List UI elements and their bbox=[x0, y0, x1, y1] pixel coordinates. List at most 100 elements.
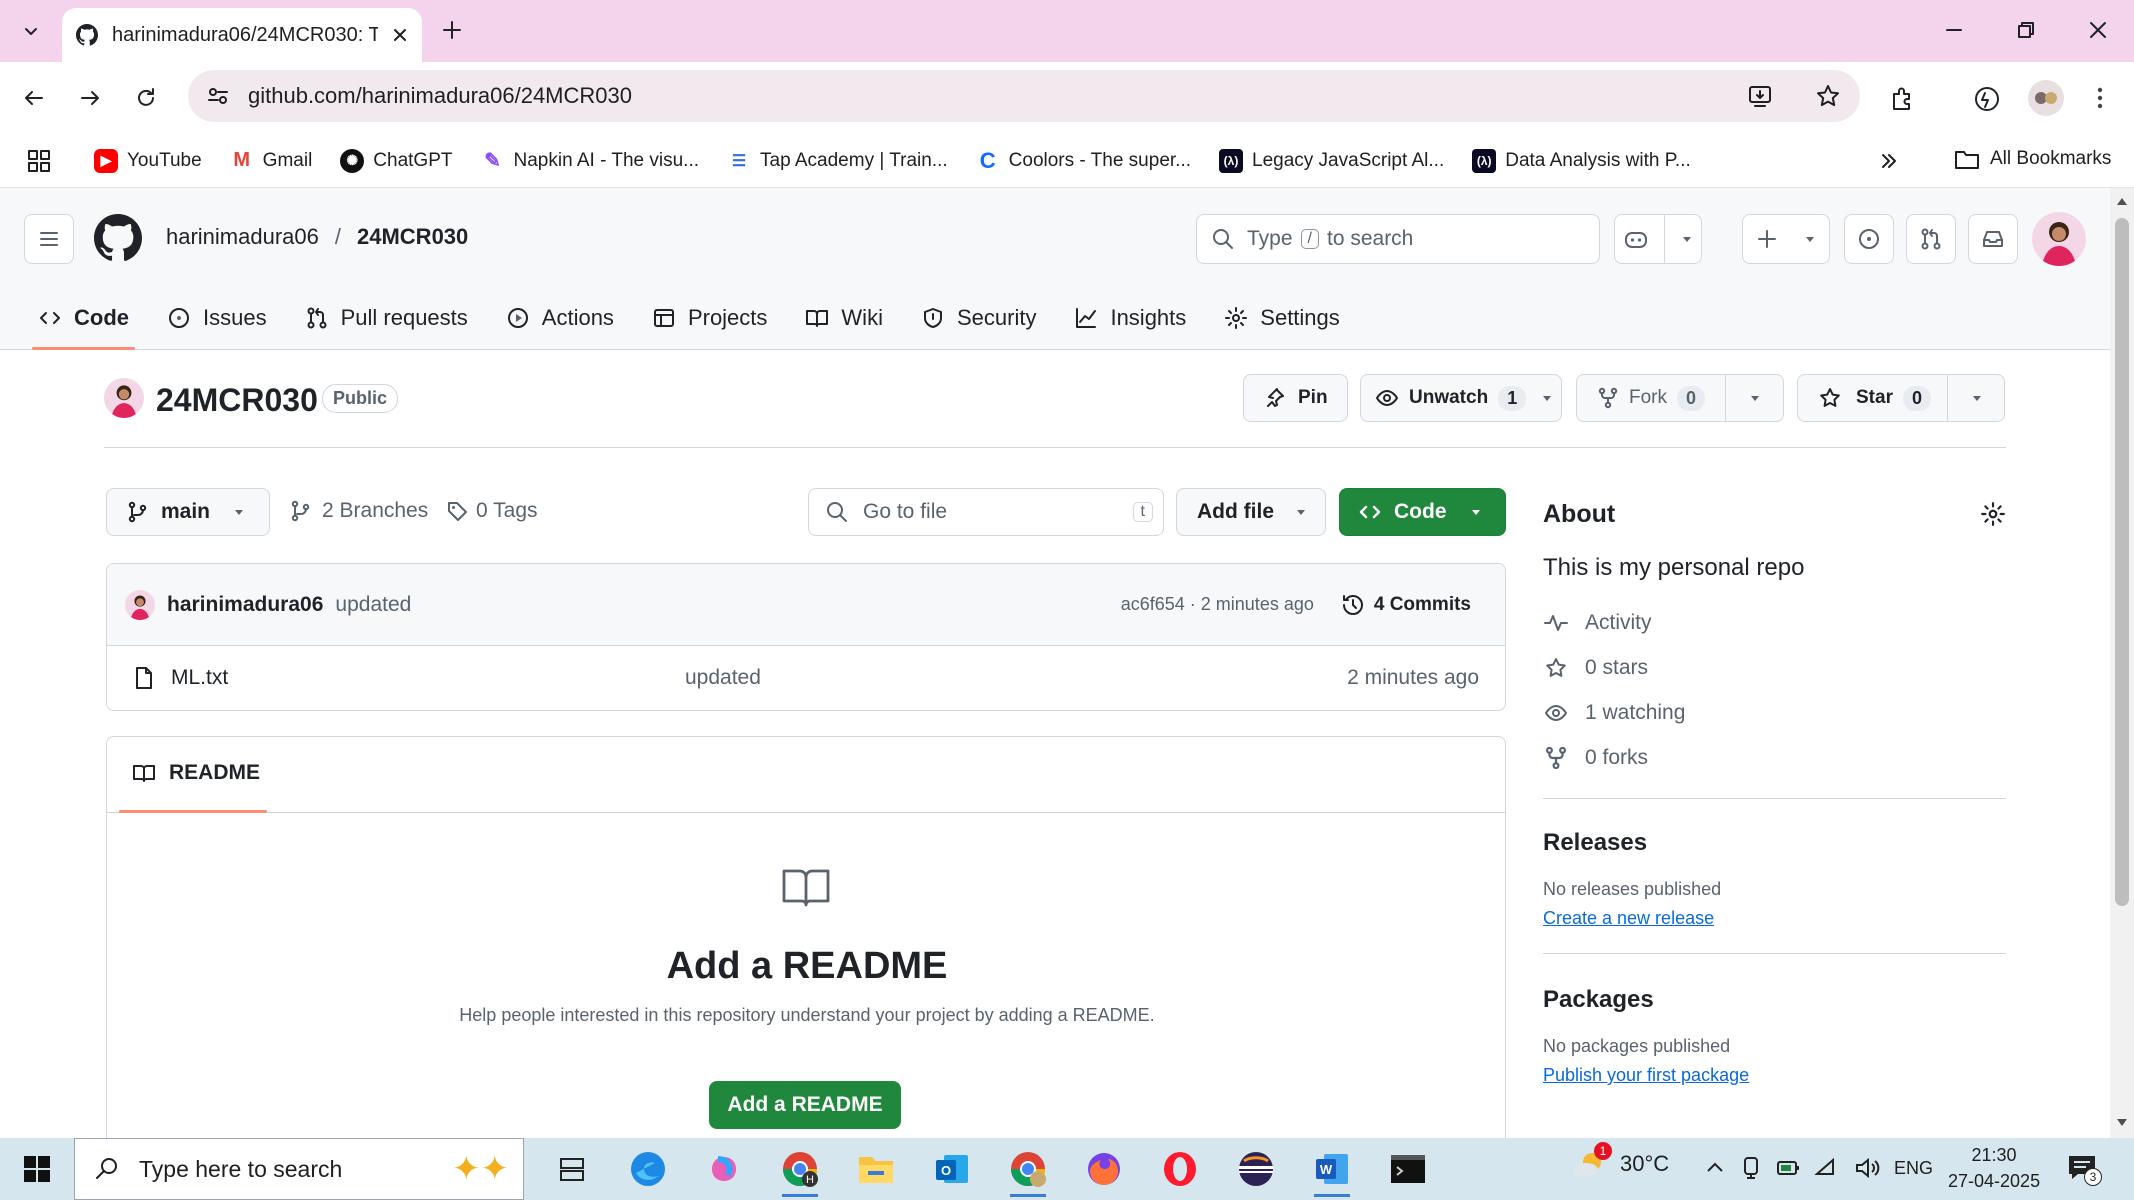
taskbar-search-box[interactable]: Type here to search ✦✦ bbox=[74, 1138, 524, 1200]
user-avatar[interactable] bbox=[2032, 212, 2086, 266]
chevron-up-icon[interactable] bbox=[1704, 1156, 1726, 1180]
bookmark-legacy-js[interactable]: (λ) Legacy JavaScript Al... bbox=[1219, 148, 1444, 173]
file-name[interactable]: ML.txt bbox=[171, 666, 685, 690]
volume-icon[interactable] bbox=[1854, 1156, 1880, 1180]
forward-button[interactable] bbox=[76, 84, 104, 112]
packages-heading[interactable]: Packages bbox=[1543, 986, 2006, 1014]
page-scrollbar[interactable] bbox=[2110, 188, 2134, 1138]
owner-link[interactable]: harinimadura06 bbox=[166, 224, 319, 250]
bookmark-gmail[interactable]: M Gmail bbox=[230, 149, 312, 173]
github-logo[interactable] bbox=[94, 214, 142, 262]
taskbar-opera[interactable] bbox=[1152, 1141, 1208, 1197]
wifi-icon[interactable] bbox=[1814, 1156, 1840, 1180]
install-app-icon[interactable] bbox=[1746, 82, 1774, 110]
battery-icon[interactable] bbox=[1776, 1156, 1800, 1180]
commits-link[interactable]: 4 Commits bbox=[1374, 594, 1471, 616]
tab-issues[interactable]: Issues bbox=[153, 292, 281, 344]
taskbar-copilot[interactable] bbox=[696, 1141, 752, 1197]
new-tab-button[interactable] bbox=[438, 16, 466, 44]
profile-avatar[interactable] bbox=[2028, 80, 2064, 116]
performance-button[interactable] bbox=[1972, 84, 2002, 114]
bookmark-data-analysis[interactable]: (λ) Data Analysis with P... bbox=[1472, 148, 1691, 173]
all-bookmarks-button[interactable]: All Bookmarks bbox=[1954, 147, 2111, 171]
readme-tab[interactable]: README bbox=[131, 761, 260, 785]
commit-sha-time[interactable]: ac6f654 · 2 minutes ago bbox=[1121, 594, 1314, 615]
tab-actions[interactable]: Actions bbox=[492, 292, 628, 344]
taskbar-outlook[interactable]: O bbox=[924, 1141, 980, 1197]
file-row[interactable]: ML.txt updated 2 minutes ago bbox=[107, 646, 1505, 710]
global-search-input[interactable]: Type / to search bbox=[1196, 214, 1600, 264]
global-menu-button[interactable] bbox=[24, 214, 74, 264]
taskbar-file-explorer[interactable] bbox=[848, 1141, 904, 1197]
restore-button[interactable] bbox=[2012, 16, 2040, 44]
tab-wiki[interactable]: Wiki bbox=[791, 292, 897, 344]
repo-link[interactable]: 24MCR030 bbox=[357, 224, 468, 250]
meet-now-icon[interactable] bbox=[1740, 1155, 1762, 1181]
close-window-button[interactable] bbox=[2084, 16, 2112, 44]
scroll-up-icon[interactable] bbox=[2116, 196, 2128, 206]
watching-link[interactable]: 1 watching bbox=[1543, 690, 2006, 735]
pin-button[interactable]: Pin bbox=[1243, 374, 1348, 422]
add-file-button[interactable]: Add file bbox=[1176, 488, 1326, 536]
issues-button[interactable] bbox=[1844, 214, 1894, 264]
minimize-button[interactable] bbox=[1940, 16, 1968, 44]
pull-requests-button[interactable] bbox=[1906, 214, 1956, 264]
tab-pull-requests[interactable]: Pull requests bbox=[291, 292, 482, 344]
taskbar-chrome[interactable] bbox=[1000, 1141, 1056, 1197]
bookmark-tap-academy[interactable]: ☰ Tap Academy | Train... bbox=[727, 149, 948, 173]
taskbar-eclipse[interactable] bbox=[1228, 1141, 1284, 1197]
code-button[interactable]: Code bbox=[1339, 488, 1506, 536]
apps-button[interactable] bbox=[26, 148, 52, 174]
language-indicator[interactable]: ENG bbox=[1894, 1158, 1933, 1179]
releases-heading[interactable]: Releases bbox=[1543, 829, 2006, 857]
add-readme-button[interactable]: Add a README bbox=[709, 1081, 901, 1129]
bookmark-coolors[interactable]: C Coolors - The super... bbox=[976, 148, 1191, 173]
browser-tab[interactable]: harinimadura06/24MCR030: Thi bbox=[62, 8, 422, 62]
copilot-button[interactable] bbox=[1614, 214, 1702, 264]
bookmark-youtube[interactable]: ▶ YouTube bbox=[94, 148, 202, 173]
start-button[interactable] bbox=[0, 1138, 74, 1200]
tab-projects[interactable]: Projects bbox=[638, 292, 781, 344]
commit-author[interactable]: harinimadura06 bbox=[167, 593, 323, 617]
task-view-button[interactable] bbox=[544, 1141, 600, 1197]
taskbar-terminal[interactable] bbox=[1380, 1141, 1436, 1197]
bookmark-chatgpt[interactable]: ✺ ChatGPT bbox=[340, 148, 453, 173]
gear-icon[interactable] bbox=[1980, 501, 2006, 527]
publish-package-link[interactable]: Publish your first package bbox=[1543, 1065, 1749, 1085]
commit-message[interactable]: updated bbox=[335, 593, 1120, 617]
taskbar-edge[interactable] bbox=[620, 1141, 676, 1197]
file-commit-message[interactable]: updated bbox=[685, 666, 1347, 690]
star-button[interactable]: Star 0 bbox=[1797, 374, 2005, 422]
forks-link[interactable]: 0 forks bbox=[1543, 735, 2006, 780]
go-to-file-input[interactable]: Go to file t bbox=[808, 488, 1164, 536]
back-button[interactable] bbox=[20, 84, 48, 112]
fork-button[interactable]: Fork 0 bbox=[1576, 374, 1784, 422]
scroll-down-icon[interactable] bbox=[2116, 1118, 2128, 1128]
branch-selector[interactable]: main bbox=[106, 488, 270, 536]
tab-security[interactable]: Security bbox=[907, 292, 1050, 344]
commit-author-avatar[interactable] bbox=[125, 589, 155, 620]
weather-widget[interactable]: 1 30°C bbox=[1572, 1142, 1669, 1182]
tags-link[interactable]: 0 Tags bbox=[446, 499, 538, 523]
stars-link[interactable]: 0 stars bbox=[1543, 645, 2006, 690]
site-settings-icon[interactable] bbox=[206, 84, 230, 108]
tab-insights[interactable]: Insights bbox=[1060, 292, 1200, 344]
clock[interactable]: 21:30 27-04-2025 bbox=[1948, 1142, 2040, 1194]
star-bookmark-icon[interactable] bbox=[1814, 82, 1842, 110]
notification-center[interactable]: 3 bbox=[2066, 1152, 2102, 1186]
more-bookmarks-button[interactable] bbox=[1878, 150, 1900, 172]
create-new-button[interactable] bbox=[1742, 214, 1830, 264]
unwatch-button[interactable]: Unwatch 1 bbox=[1360, 374, 1562, 422]
create-release-link[interactable]: Create a new release bbox=[1543, 908, 1714, 928]
address-bar[interactable]: github.com/harinimadura06/24MCR030 bbox=[188, 70, 1860, 122]
close-icon[interactable] bbox=[392, 27, 408, 43]
chrome-menu-button[interactable] bbox=[2088, 84, 2112, 112]
taskbar-chrome-profile[interactable]: H bbox=[772, 1141, 828, 1197]
scrollbar-thumb[interactable] bbox=[2115, 218, 2129, 906]
activity-link[interactable]: Activity bbox=[1543, 600, 2006, 645]
tab-settings[interactable]: Settings bbox=[1210, 292, 1354, 344]
extensions-button[interactable] bbox=[1888, 84, 1918, 114]
branches-link[interactable]: 2 Branches bbox=[290, 499, 428, 523]
taskbar-word[interactable]: W bbox=[1304, 1141, 1360, 1197]
bookmark-napkin[interactable]: ✎ Napkin AI - The visu... bbox=[481, 149, 699, 173]
